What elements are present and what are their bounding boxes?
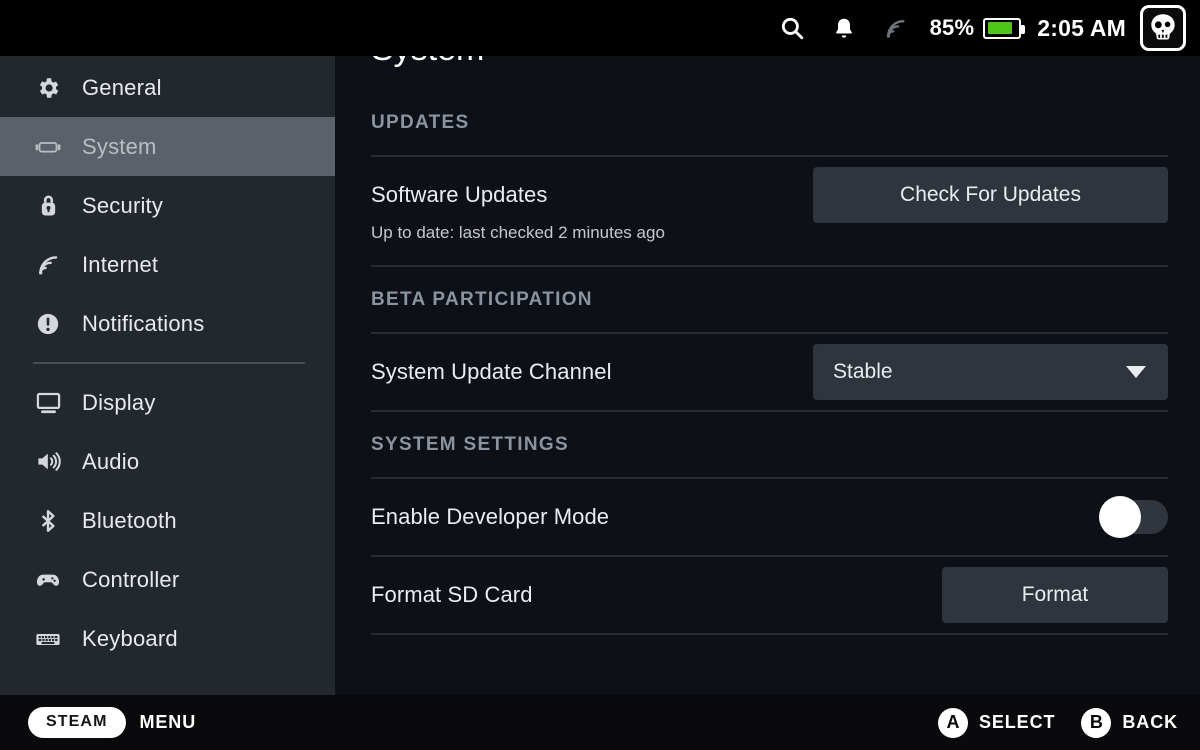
sidebar-divider xyxy=(33,362,305,364)
avatar-accent-bar xyxy=(1185,10,1186,51)
hint-label: SELECT xyxy=(978,712,1056,732)
row-label: Enable Developer Mode xyxy=(371,504,610,529)
wifi-icon xyxy=(33,252,63,278)
steam-button[interactable]: STEAM xyxy=(28,707,126,738)
row-enable-developer-mode: Enable Developer Mode xyxy=(371,479,1168,555)
row-label: Software Updates xyxy=(371,182,548,207)
section-heading-beta-participation: BETA PARTICIPATION xyxy=(371,289,593,310)
a-button-icon: A xyxy=(937,707,968,738)
sidebar-item-general[interactable]: General xyxy=(0,58,335,117)
lock-icon xyxy=(33,193,63,218)
steam-deck-settings-screen: 85% 2:05 AM General System Security Inte… xyxy=(0,0,1200,750)
sidebar-item-keyboard[interactable]: Keyboard xyxy=(0,609,335,668)
battery-indicator: 85% xyxy=(929,15,1026,41)
row-label: System Update Channel xyxy=(371,359,612,384)
sidebar-item-controller[interactable]: Controller xyxy=(0,550,335,609)
avatar[interactable] xyxy=(1140,5,1186,51)
hint-label: BACK xyxy=(1122,712,1178,732)
speaker-icon xyxy=(33,448,63,475)
monitor-icon xyxy=(33,389,63,416)
toggle-knob xyxy=(1099,496,1141,538)
row-software-updates: Software Updates Check For Updates xyxy=(371,157,1168,233)
sidebar-item-label: Bluetooth xyxy=(82,507,177,533)
battery-icon xyxy=(983,17,1026,39)
clock-label: 2:05 AM xyxy=(1037,14,1126,41)
section-heading-system-settings: SYSTEM SETTINGS xyxy=(371,434,569,455)
system-update-channel-dropdown[interactable]: Stable xyxy=(813,344,1168,400)
alert-circle-icon xyxy=(33,311,63,337)
update-status-note: Up to date: last checked 2 minutes ago xyxy=(371,223,665,242)
sidebar-item-label: Controller xyxy=(82,566,180,592)
footer-bar: STEAM MENU A SELECT B BACK xyxy=(0,695,1200,750)
footer-hints-group: A SELECT B BACK xyxy=(937,707,1178,738)
gamepad-icon xyxy=(33,566,63,594)
gear-icon xyxy=(33,75,63,101)
row-label: Format SD Card xyxy=(371,582,533,607)
status-bar: 85% 2:05 AM xyxy=(0,0,1200,56)
search-icon[interactable] xyxy=(766,8,818,48)
sidebar-item-audio[interactable]: Audio xyxy=(0,432,335,491)
sidebar-item-label: Internet xyxy=(82,251,159,277)
sidebar-item-label: Security xyxy=(82,192,164,218)
skull-icon xyxy=(1151,14,1175,40)
section-rule xyxy=(371,633,1168,635)
developer-mode-toggle[interactable] xyxy=(1099,496,1168,538)
wifi-signal-icon[interactable] xyxy=(870,8,922,48)
row-system-update-channel: System Update Channel Stable xyxy=(371,334,1168,410)
sidebar-item-label: System xyxy=(82,133,157,159)
settings-sidebar: General System Security Internet Notific… xyxy=(0,56,335,695)
b-button-icon: B xyxy=(1081,707,1112,738)
bell-icon[interactable] xyxy=(818,8,870,48)
sidebar-item-label: General xyxy=(82,74,162,100)
page-title: System xyxy=(371,56,484,69)
sidebar-item-bluetooth[interactable]: Bluetooth xyxy=(0,491,335,550)
battery-percent-label: 85% xyxy=(929,15,975,40)
page-title-clipped: System xyxy=(371,56,1168,90)
sidebar-item-internet[interactable]: Internet xyxy=(0,235,335,294)
format-sd-card-button[interactable]: Format xyxy=(942,567,1168,623)
menu-label: MENU xyxy=(139,712,197,732)
hint-select[interactable]: A SELECT xyxy=(937,707,1056,738)
handheld-device-icon xyxy=(33,133,63,161)
bluetooth-icon xyxy=(33,508,63,534)
footer-left-group: STEAM MENU xyxy=(28,707,196,738)
check-for-updates-button[interactable]: Check For Updates xyxy=(813,167,1168,223)
hint-back[interactable]: B BACK xyxy=(1081,707,1178,738)
section-heading-updates: UPDATES xyxy=(371,112,470,133)
dropdown-selected-value: Stable xyxy=(833,360,893,383)
sidebar-item-system[interactable]: System xyxy=(0,117,335,176)
sidebar-item-label: Display xyxy=(82,389,156,415)
sidebar-item-label: Notifications xyxy=(82,310,205,336)
settings-content: System UPDATES Software Updates Check Fo… xyxy=(335,56,1200,695)
sidebar-item-display[interactable]: Display xyxy=(0,373,335,432)
chevron-down-icon xyxy=(1126,366,1146,378)
sidebar-item-label: Audio xyxy=(82,448,140,474)
row-format-sd-card: Format SD Card Format xyxy=(371,557,1168,633)
sidebar-item-security[interactable]: Security xyxy=(0,176,335,235)
keyboard-icon xyxy=(33,625,63,653)
sidebar-item-label: Keyboard xyxy=(82,625,178,651)
sidebar-item-notifications[interactable]: Notifications xyxy=(0,294,335,353)
